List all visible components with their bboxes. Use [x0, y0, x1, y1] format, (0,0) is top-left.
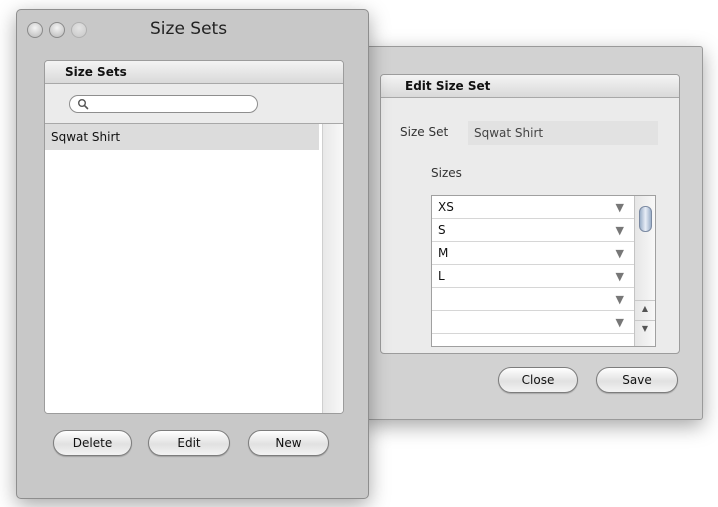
size-row[interactable]: ▼ [432, 288, 634, 311]
close-button[interactable]: Close [498, 367, 578, 393]
dropdown-arrow-icon[interactable]: ▼ [616, 265, 624, 288]
edit-panel-header: Edit Size Set [381, 75, 679, 98]
search-field[interactable] [69, 95, 258, 113]
size-value: XS [438, 200, 454, 214]
window-title: Size Sets [150, 19, 228, 39]
search-icon [78, 99, 89, 110]
size-row[interactable]: L ▼ [432, 265, 634, 288]
size-value: L [438, 269, 445, 283]
scroll-thumb[interactable] [639, 206, 652, 232]
dropdown-arrow-icon[interactable]: ▼ [616, 196, 624, 219]
size-sets-window: Size Sets Size Sets Sqwat Shirt Delete E… [16, 9, 369, 499]
edit-size-set-panel: Edit Size Set Size Set Sqwat Shirt Sizes… [380, 74, 680, 354]
size-set-label: Size Set [400, 125, 449, 139]
window-zoom-icon[interactable] [71, 22, 87, 38]
size-row[interactable]: M ▼ [432, 242, 634, 265]
size-set-name-field[interactable]: Sqwat Shirt [468, 121, 658, 145]
size-row[interactable]: ▼ [432, 311, 634, 334]
new-button[interactable]: New [248, 430, 329, 456]
size-row[interactable]: S ▼ [432, 219, 634, 242]
size-sets-list[interactable]: Sqwat Shirt [45, 123, 343, 413]
dropdown-arrow-icon[interactable]: ▼ [616, 219, 624, 242]
sizes-label: Sizes [431, 166, 462, 180]
dropdown-arrow-icon[interactable]: ▼ [616, 311, 624, 334]
sizes-table[interactable]: XS ▼ S ▼ M ▼ L ▼ ▼ ▼ ▲ ▼ [431, 195, 656, 347]
save-button[interactable]: Save [596, 367, 678, 393]
size-sets-panel: Size Sets Sqwat Shirt [44, 60, 344, 414]
size-row[interactable]: XS ▼ [432, 196, 634, 219]
delete-button[interactable]: Delete [53, 430, 132, 456]
title-bar[interactable]: Size Sets [17, 10, 368, 50]
size-value: M [438, 246, 449, 260]
size-value: S [438, 223, 446, 237]
scroll-down-arrow-icon[interactable]: ▼ [635, 320, 655, 337]
scroll-up-arrow-icon[interactable]: ▲ [635, 300, 655, 317]
window-close-icon[interactable] [27, 22, 43, 38]
list-scrollbar[interactable] [322, 124, 343, 413]
size-sets-panel-header: Size Sets [45, 61, 343, 84]
dropdown-arrow-icon[interactable]: ▼ [616, 242, 624, 265]
edit-size-set-window: Edit Size Set Size Set Sqwat Shirt Sizes… [362, 46, 703, 420]
sizes-scrollbar[interactable]: ▲ ▼ [634, 196, 655, 346]
dropdown-arrow-icon[interactable]: ▼ [616, 288, 624, 311]
window-minimize-icon[interactable] [49, 22, 65, 38]
edit-button[interactable]: Edit [148, 430, 230, 456]
list-item[interactable]: Sqwat Shirt [45, 124, 319, 150]
